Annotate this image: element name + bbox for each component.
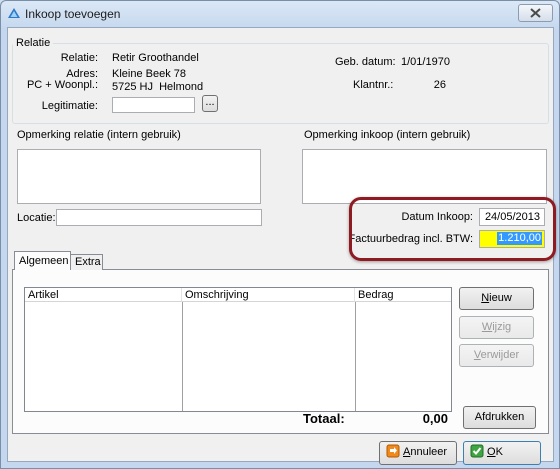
close-button[interactable] xyxy=(518,4,553,22)
nieuw-button-accesskey: N xyxy=(481,292,490,304)
column-header-bedrag-label: Bedrag xyxy=(358,289,394,301)
column-header-bedrag[interactable]: Bedrag xyxy=(355,288,451,302)
annuleer-button[interactable]: Annuleer xyxy=(379,441,457,465)
tab-algemeen[interactable]: Algemeen xyxy=(14,251,71,270)
totaal-label: Totaal: xyxy=(303,411,345,426)
window-title: Inkoop toevoegen xyxy=(25,7,121,21)
klantnr-value: 26 xyxy=(433,79,446,91)
pc-woonplaats-value: 5725 HJ Helmond xyxy=(112,81,204,93)
opmerking-relatie-label: Opmerking relatie (intern gebruik) xyxy=(17,129,181,141)
relatie-group-label: Relatie xyxy=(13,37,54,49)
column-header-omschrijving-label: Omschrijving xyxy=(185,289,249,301)
dialog-body: Relatie Relatie: Retir Groothandel Adres… xyxy=(7,27,556,465)
legitimatie-input[interactable] xyxy=(112,97,195,113)
checkmark-icon xyxy=(470,444,484,458)
artikelen-grid[interactable]: Artikel Omschrijving Bedrag xyxy=(24,287,452,412)
ok-button-accesskey: O xyxy=(487,446,496,458)
wijzig-button-label: ijzig xyxy=(492,321,512,333)
klantnr-label: Klantnr.: xyxy=(353,79,394,91)
legitimatie-label: Legitimatie: xyxy=(41,100,98,112)
column-divider xyxy=(182,302,183,411)
nieuw-button-label: ieuw xyxy=(489,292,512,304)
nieuw-button[interactable]: Nieuw xyxy=(459,287,534,310)
tab-extra-label: Extra xyxy=(75,256,101,268)
wijzig-button[interactable]: Wijzig xyxy=(459,316,534,339)
ok-button-label: K xyxy=(495,446,503,458)
afdrukken-button[interactable]: Afdrukken xyxy=(463,406,536,429)
cancel-icon xyxy=(386,444,400,458)
verwijder-button[interactable]: Verwijder xyxy=(459,344,534,367)
opmerking-inkoop-label: Opmerking inkoop (intern gebruik) xyxy=(304,129,471,141)
dialog-window: Inkoop toevoegen Relatie Relatie: Retir … xyxy=(0,0,560,469)
relatie-value: Retir Groothandel xyxy=(112,52,199,64)
pc-woonplaats-label: PC + Woonpl.: xyxy=(26,79,98,91)
column-header-artikel[interactable]: Artikel xyxy=(25,288,182,302)
adres-value: Kleine Beek 78 xyxy=(112,68,186,80)
annuleer-button-label: nnuleer xyxy=(410,446,448,458)
afdrukken-button-label: Afdrukken xyxy=(474,411,525,423)
app-icon xyxy=(8,8,20,18)
geb-datum-label: Geb. datum: xyxy=(335,56,396,68)
column-header-artikel-label: Artikel xyxy=(28,289,59,301)
verwijder-button-accesskey: V xyxy=(473,349,481,361)
highlight-annotation xyxy=(349,197,556,261)
close-icon xyxy=(530,8,541,18)
geb-datum-value: 1/01/1970 xyxy=(401,56,450,68)
opmerking-inkoop-textarea[interactable] xyxy=(302,149,547,204)
browse-button-label: ... xyxy=(205,96,215,108)
column-header-omschrijving[interactable]: Omschrijving xyxy=(182,288,355,302)
locatie-label: Locatie: xyxy=(17,212,56,224)
opmerking-relatie-textarea[interactable] xyxy=(17,149,261,204)
verwijder-button-label: erwijder xyxy=(480,349,520,361)
tab-algemeen-label: Algemeen xyxy=(19,255,69,267)
legitimatie-browse-button[interactable]: ... xyxy=(202,95,218,112)
relatie-label: Relatie: xyxy=(60,52,98,64)
tab-extra[interactable]: Extra xyxy=(70,254,103,270)
ok-button[interactable]: OK xyxy=(463,441,541,465)
locatie-input[interactable] xyxy=(56,209,262,226)
title-bar[interactable]: Inkoop toevoegen xyxy=(1,1,559,27)
wijzig-button-accesskey: W xyxy=(481,321,493,333)
column-divider xyxy=(355,302,356,411)
totaal-value: 0,00 xyxy=(422,411,448,426)
